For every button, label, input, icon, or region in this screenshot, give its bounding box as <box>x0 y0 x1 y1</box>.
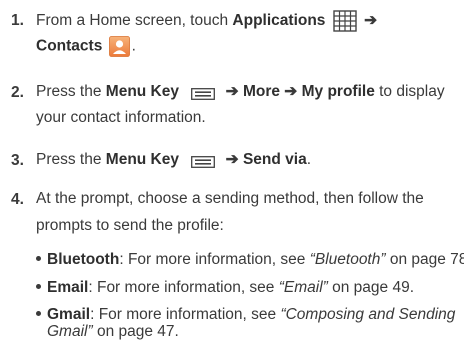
menu-key-icon <box>191 154 216 168</box>
cross-reference: “Bluetooth” <box>309 251 386 268</box>
applications-grid-icon <box>333 10 357 32</box>
step-number: 1. <box>11 12 24 29</box>
bullet-title: Bluetooth <box>47 251 120 268</box>
step-number: 2. <box>11 84 24 101</box>
bullet-title: Gmail <box>47 306 91 323</box>
step-4-line-2: prompts to send the profile: <box>36 216 224 236</box>
send-via-label: Send via <box>242 151 307 168</box>
bullet-text: : For more information, see <box>88 279 279 296</box>
step-text: . <box>131 37 136 55</box>
bullet-dot <box>36 284 41 290</box>
step-3-line-1: Press the Menu Key ➔ Send via. <box>36 150 311 170</box>
cross-reference: “Composing and Sending <box>280 306 456 323</box>
step-text: From a Home screen, touch <box>36 12 233 30</box>
step-1-line-1: From a Home screen, touch Applications ➔ <box>36 10 377 32</box>
step-1-line-2: Contacts . <box>36 36 136 57</box>
step-text: to display <box>374 83 445 100</box>
arrow-icon: ➔ <box>364 12 378 30</box>
step-4-line-1: At the prompt, choose a sending method, … <box>36 189 424 209</box>
menu-key-icon <box>191 86 216 100</box>
manual-page: 1. From a Home screen, touch Application… <box>0 0 464 343</box>
applications-label: Applications <box>232 12 326 30</box>
my-profile-label: My profile <box>301 83 375 100</box>
step-2-line-1: Press the Menu Key ➔ More ➔ My profile t… <box>36 82 445 102</box>
step-number: 3. <box>11 152 24 169</box>
contacts-label: Contacts <box>36 37 103 55</box>
page-reference: on page 47. <box>92 323 179 340</box>
step-text: your contact information. <box>36 109 206 126</box>
step-text: Press the <box>36 83 106 100</box>
step-text: Press the <box>36 151 106 168</box>
cross-reference: “Email” <box>278 279 328 296</box>
menu-key-label: Menu Key <box>105 83 179 100</box>
list-item-bluetooth: Bluetooth: For more information, see “Bl… <box>36 250 464 270</box>
step-2-line-2: your contact information. <box>36 108 206 128</box>
more-label: More <box>242 83 280 100</box>
menu-key-label: Menu Key <box>105 151 179 168</box>
step-text: prompts to send the profile: <box>36 217 224 234</box>
bullet-text: : For more information, see <box>119 251 310 268</box>
list-item-gmail-continued: Gmail” on page 47. <box>47 322 179 342</box>
arrow-icon: ➔ <box>225 83 239 100</box>
bullet-text: : For more information, see <box>90 306 281 323</box>
page-reference: on page 49. <box>327 279 415 296</box>
step-number: 4. <box>11 191 24 208</box>
bullet-dot <box>36 311 41 317</box>
contacts-icon <box>108 36 130 57</box>
bullet-title: Email <box>47 279 89 296</box>
step-text: . <box>306 151 311 168</box>
arrow-icon: ➔ <box>284 83 298 100</box>
page-reference: on page 78. <box>385 251 464 268</box>
list-item-email: Email: For more information, see “Email”… <box>36 278 414 298</box>
bullet-dot <box>36 256 41 262</box>
step-text: At the prompt, choose a sending method, … <box>36 190 424 207</box>
arrow-icon: ➔ <box>225 151 239 168</box>
cross-reference: Gmail” <box>47 323 93 340</box>
